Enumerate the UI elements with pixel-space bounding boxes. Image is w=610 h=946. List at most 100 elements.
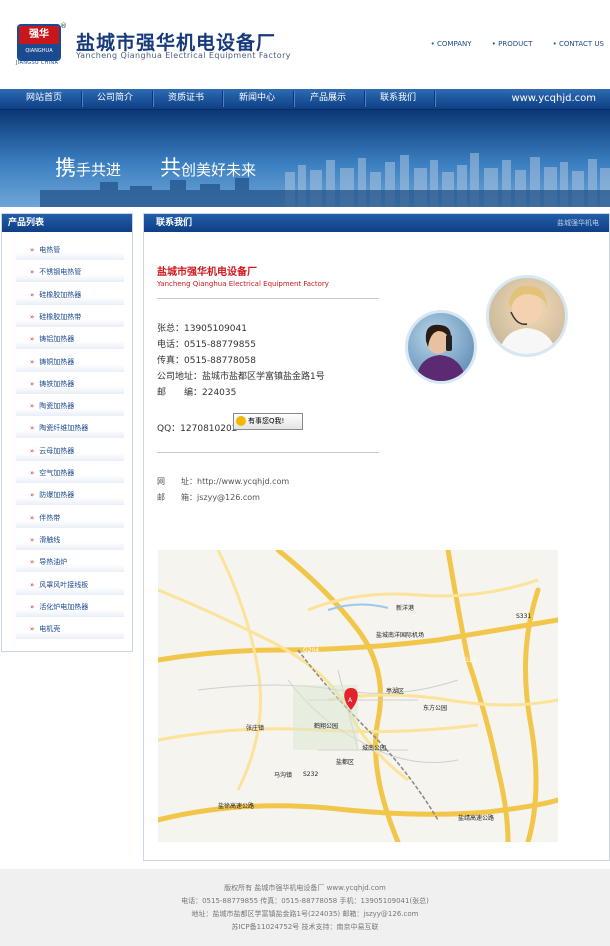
- slogan-1-big: 携: [55, 156, 76, 180]
- content-title: 联系我们: [156, 218, 193, 228]
- sidebar-item[interactable]: » 铸铝加热器: [16, 332, 124, 350]
- sidebar-item[interactable]: » 电机壳: [16, 622, 124, 640]
- slogan-2-big: 共: [160, 156, 181, 180]
- double-arrow-icon: »: [30, 246, 35, 254]
- nav-item-news[interactable]: 新闻中心: [222, 89, 292, 109]
- nav-item-certificates[interactable]: 资质证书: [151, 89, 221, 109]
- contact-postcode: 邮 编：224035: [157, 388, 237, 398]
- double-arrow-icon: »: [30, 491, 35, 500]
- top-link-product[interactable]: • PRODUCT: [492, 40, 533, 48]
- top-link-company[interactable]: • COMPANY: [431, 40, 472, 48]
- sidebar-title: 产品列表: [2, 214, 132, 232]
- sidebar-item[interactable]: » 空气加热器: [16, 466, 124, 483]
- map-label-g204: G204: [303, 647, 319, 654]
- sidebar-item-label: 陶瓷纤维加热器: [39, 424, 89, 433]
- sidebar-item-label: 铸铁加热器: [39, 379, 75, 388]
- double-arrow-icon: »: [30, 268, 35, 277]
- banner-slogan-2: 共创美好未来: [160, 152, 256, 182]
- contact-address: 公司地址：盐城市盐都区学富镇盐金路1号: [157, 372, 325, 382]
- main-content: 联系我们 盐城强华机电 盐城市强华机电设备厂 Yancheng Qianghua…: [143, 213, 610, 861]
- sidebar-item-label: 不锈钢电热管: [39, 268, 82, 277]
- double-arrow-icon: »: [30, 580, 35, 589]
- sidebar-item-label: 铸铜加热器: [39, 357, 75, 366]
- logo-cn-text: 强华: [19, 26, 59, 44]
- sidebar-item[interactable]: » 滑触线: [16, 532, 124, 550]
- map-label-s331: S331: [516, 613, 531, 620]
- double-arrow-icon: »: [30, 335, 35, 344]
- sidebar-item-label: 风罩风叶接线板: [39, 580, 89, 589]
- double-arrow-icon: »: [30, 312, 35, 321]
- double-arrow-icon: »: [30, 535, 35, 544]
- sidebar-item-label: 电机壳: [39, 625, 61, 634]
- double-arrow-icon: »: [30, 602, 35, 611]
- sidebar-item[interactable]: » 铸铜加热器: [16, 354, 124, 372]
- sidebar-item-label: 电热管: [39, 246, 61, 254]
- sidebar-item[interactable]: » 伴热带: [16, 510, 124, 528]
- double-arrow-icon: »: [30, 625, 35, 634]
- breadcrumb: 盐城强华机电: [557, 219, 599, 227]
- double-arrow-icon: »: [30, 290, 35, 299]
- sidebar-item-label: 滑触线: [39, 535, 61, 544]
- nav-item-contact[interactable]: 联系我们: [363, 89, 433, 109]
- sidebar-item[interactable]: » 电热管: [16, 243, 124, 260]
- top-links: • COMPANY • PRODUCT • CONTACT US: [413, 40, 604, 48]
- product-sidebar: 产品列表 » 电热管 » 不锈钢电热管 » 硅橡胶加热器 » 硅橡胶加热带 » 铸铝加热器 » 铸铜加…: [1, 213, 133, 652]
- location-map[interactable]: 新洋港 盐城南洋国际机场 亭湖区 东方公园 张庄镇 鹤翔公园 城南公园 盐都区 …: [158, 550, 558, 842]
- double-arrow-icon: »: [30, 469, 35, 477]
- sidebar-item-label: 防爆加热器: [39, 491, 75, 500]
- sidebar-item-label: 云母加热器: [39, 446, 75, 455]
- double-arrow-icon: »: [30, 424, 35, 433]
- map-label-magou: 马沟镇: [274, 771, 292, 779]
- registered-mark: ®: [60, 22, 67, 30]
- nav-separator: [434, 91, 436, 107]
- sidebar-item[interactable]: » 活化炉电加热器: [16, 599, 124, 617]
- sidebar-item-label: 空气加热器: [39, 469, 75, 477]
- contact-website[interactable]: 网 址：http://www.ycqhjd.com: [157, 476, 289, 487]
- sidebar-item-label: 硅橡胶加热带: [39, 312, 82, 321]
- sidebar-item-label: 硅橡胶加热器: [39, 290, 82, 299]
- banner-slogan-1: 携手共进: [55, 152, 121, 182]
- map-label-yanxu-highway: 盐徐高速公路: [218, 802, 254, 810]
- logo-caption: JIANGSU CHINA: [16, 60, 59, 66]
- qq-chat-button[interactable]: 有事您Q我!: [233, 413, 303, 430]
- divider: [157, 452, 379, 453]
- sidebar-item[interactable]: » 铸铁加热器: [16, 376, 124, 394]
- logo-en-text: QIANGHUA: [19, 44, 59, 59]
- main-nav: 网站首页 公司简介 资质证书 新闻中心 产品展示 联系我们 www.ycqhjd…: [0, 89, 610, 110]
- content-header: 联系我们 盐城强华机电: [144, 214, 609, 232]
- map-label-xinyanggang: 新洋港: [396, 604, 414, 612]
- sidebar-item[interactable]: » 云母加热器: [16, 443, 124, 461]
- top-link-contact[interactable]: • CONTACT US: [553, 40, 604, 48]
- contact-manager: 张总：13905109041: [157, 324, 247, 334]
- company-logo[interactable]: 强华 QIANGHUA: [17, 24, 61, 61]
- contact-email[interactable]: 邮 箱：jszyy@126.com: [157, 492, 260, 503]
- footer-phone: 电话：0515-88779855 传真：0515-88778058 手机：139…: [181, 897, 429, 905]
- double-arrow-icon: »: [30, 513, 35, 522]
- sidebar-item[interactable]: » 不锈钢电热管: [16, 265, 124, 283]
- sidebar-item[interactable]: » 导热油炉: [16, 555, 124, 573]
- qq-button-label: 有事您Q我!: [248, 417, 285, 425]
- contact-qq: QQ：1270810202: [157, 424, 238, 434]
- sidebar-item[interactable]: » 陶瓷加热器: [16, 399, 124, 417]
- sidebar-item[interactable]: » 防爆加热器: [16, 488, 124, 506]
- sidebar-item[interactable]: » 风罩风叶接线板: [16, 577, 124, 595]
- nav-item-products[interactable]: 产品展示: [293, 89, 363, 109]
- site-header: 强华 QIANGHUA ® JIANGSU CHINA 盐城市强华机电设备厂 Y…: [0, 0, 610, 88]
- headset-woman-image: [499, 285, 557, 354]
- sidebar-item[interactable]: » 陶瓷纤维加热器: [16, 421, 124, 439]
- nav-domain: www.ycqhjd.com: [511, 93, 596, 104]
- slogan-1-rest: 手共进: [76, 161, 122, 179]
- slogan-2-rest: 创美好未来: [181, 161, 257, 179]
- site-subtitle: Yancheng Qianghua Electrical Equipment F…: [76, 51, 291, 60]
- double-arrow-icon: »: [30, 558, 35, 567]
- nav-item-home[interactable]: 网站首页: [9, 89, 79, 109]
- site-footer: 版权所有 盐城市强华机电设备厂 www.ycqhjd.com 电话：0515-8…: [0, 869, 610, 946]
- contact-fax: 传真：0515-88778058: [157, 356, 256, 366]
- sidebar-item[interactable]: » 硅橡胶加热带: [16, 309, 124, 327]
- hero-banner: 携手共进 共创美好未来: [0, 110, 610, 207]
- sidebar-item[interactable]: » 硅橡胶加热器: [16, 287, 124, 305]
- map-label-yandu: 盐都区: [336, 758, 354, 766]
- company-name-en: Yancheng Qianghua Electrical Equipment F…: [157, 280, 329, 288]
- nav-item-about[interactable]: 公司简介: [80, 89, 150, 109]
- map-label-yanjing-highway: 盐靖高速公路: [458, 814, 494, 822]
